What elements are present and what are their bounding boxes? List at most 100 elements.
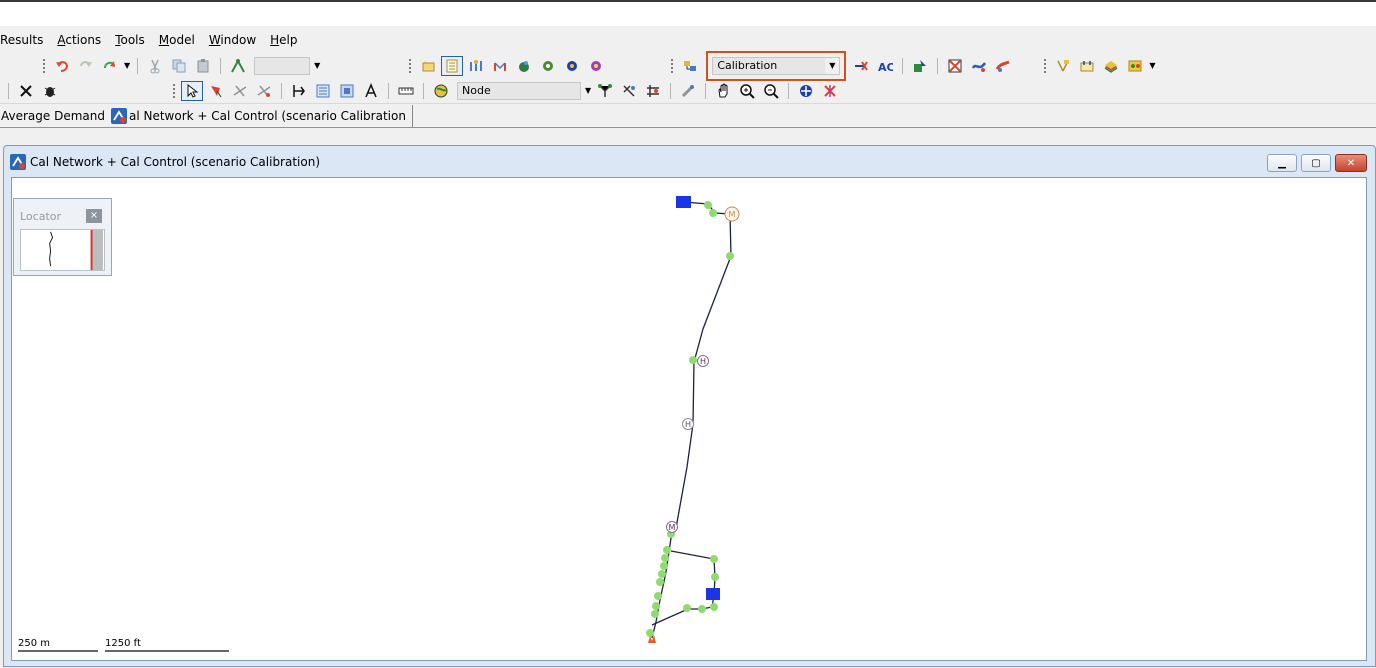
pipe[interactable] — [651, 550, 716, 626]
layers-button[interactable] — [1100, 56, 1122, 76]
junction-node[interactable] — [711, 573, 719, 581]
zoom-extents-button[interactable] — [795, 81, 817, 101]
redo-button[interactable] — [75, 56, 97, 76]
table-view-button[interactable] — [441, 55, 464, 76]
calculate-button[interactable] — [537, 56, 559, 76]
trace-button[interactable] — [618, 81, 640, 101]
junction-node[interactable] — [663, 546, 671, 554]
scale-bar-line — [105, 650, 229, 652]
drawing-canvas[interactable]: Locator × M H H M 250 m 1250 ft — [11, 177, 1367, 661]
scenario-combo[interactable]: Calibration ▼ — [712, 56, 841, 75]
align-button[interactable] — [312, 81, 334, 101]
junction-node[interactable] — [710, 555, 718, 563]
tanks — [676, 196, 720, 600]
validate-button[interactable] — [944, 56, 966, 76]
isolate-button[interactable] — [642, 81, 664, 101]
zoom-in-button[interactable] — [736, 81, 758, 101]
alternative-button[interactable] — [850, 56, 872, 76]
graph-button[interactable] — [489, 56, 511, 76]
split-button[interactable] — [288, 81, 310, 101]
network-drawing[interactable]: M H H M — [12, 178, 1367, 661]
drawing-window-titlebar[interactable]: Cal Network + Cal Control (scenario Cali… — [4, 146, 1375, 177]
toolbar-grip[interactable] — [670, 57, 675, 74]
delete-button[interactable] — [15, 81, 37, 101]
globe-icon — [434, 84, 448, 97]
scale-bar-imperial: 1250 ft — [105, 638, 229, 652]
minimize-button[interactable]: ▁ — [1267, 154, 1297, 172]
analysis-button[interactable] — [585, 56, 607, 76]
tank[interactable] — [706, 588, 720, 600]
tab-cal-network[interactable]: al Network + Cal Control (scenario Calib… — [110, 104, 413, 127]
measure-button[interactable] — [395, 81, 417, 101]
junction-node[interactable] — [709, 209, 717, 217]
junction-node[interactable] — [704, 201, 712, 209]
restore-button[interactable]: ▢ — [1301, 154, 1331, 172]
junction-node[interactable] — [656, 578, 664, 586]
options-button[interactable] — [561, 56, 583, 76]
find-element-button[interactable] — [430, 81, 452, 101]
chevron-down-icon[interactable]: ▼ — [585, 86, 591, 95]
tank[interactable] — [676, 196, 691, 208]
toolbar-grip[interactable] — [172, 82, 176, 99]
element-type-combo[interactable]: Node — [457, 81, 581, 100]
zoom-previous-button[interactable] — [819, 81, 841, 101]
junction-node[interactable] — [726, 252, 734, 260]
toolbar-grip[interactable] — [408, 57, 413, 74]
text-tool-button[interactable] — [360, 81, 382, 101]
query-button[interactable] — [1052, 56, 1074, 76]
compute-button[interactable] — [909, 56, 931, 76]
junction-node[interactable] — [689, 356, 697, 364]
menu-results[interactable]: Results — [0, 28, 50, 52]
pipe-tool-button[interactable] — [229, 81, 251, 101]
junction-node[interactable] — [652, 602, 660, 610]
contour-button[interactable] — [513, 56, 535, 76]
pipe-tool-alt-button[interactable] — [253, 81, 275, 101]
calculation-options-button[interactable]: AC — [874, 56, 896, 76]
scenario-button[interactable] — [679, 56, 701, 76]
bug-button[interactable] — [39, 81, 61, 101]
junction-node[interactable] — [661, 554, 669, 562]
chevron-down-icon[interactable]: ▼ — [825, 57, 840, 74]
menu-tools[interactable]: Tools — [108, 28, 152, 52]
zoom-out-button[interactable] — [760, 81, 782, 101]
prototypes-button[interactable] — [1124, 56, 1146, 76]
junction-node[interactable] — [658, 570, 666, 578]
select-network-button[interactable] — [594, 81, 616, 101]
junction-node[interactable] — [654, 592, 662, 600]
junction-node[interactable] — [683, 604, 691, 612]
menu-window[interactable]: Window — [202, 28, 263, 52]
empty-combo[interactable] — [254, 56, 311, 75]
select-tool-button[interactable] — [181, 80, 203, 101]
hydrant-tool-button[interactable] — [677, 81, 699, 101]
menu-model[interactable]: Model — [152, 28, 202, 52]
menu-help[interactable]: Help — [263, 28, 304, 52]
junction-node[interactable] — [646, 629, 654, 637]
chevron-down-icon[interactable]: ▼ — [124, 61, 130, 70]
pan-button[interactable] — [712, 81, 734, 101]
transient-button[interactable] — [968, 56, 990, 76]
copy-button[interactable] — [168, 56, 190, 76]
new-element-button[interactable] — [417, 56, 439, 76]
junction-node[interactable] — [660, 562, 668, 570]
toolbar-grip[interactable] — [1043, 57, 1048, 74]
toolbar-grip[interactable] — [42, 57, 46, 74]
copy-icon — [172, 59, 186, 72]
junction-node[interactable] — [651, 610, 659, 618]
close-button[interactable]: ✕ — [1335, 154, 1367, 172]
distribute-button[interactable] — [336, 81, 358, 101]
paste-button[interactable] — [192, 56, 214, 76]
select-by-polygon-button[interactable] — [205, 81, 227, 101]
chevron-down-icon[interactable]: ▼ — [314, 61, 320, 70]
menu-actions[interactable]: Actions — [50, 28, 108, 52]
network-tool-button[interactable] — [227, 56, 249, 76]
cut-button[interactable] — [144, 56, 166, 76]
chevron-down-icon[interactable]: ▼ — [1149, 61, 1155, 70]
junction-node[interactable] — [698, 605, 706, 613]
redo-dropdown-button[interactable] — [99, 56, 121, 76]
selection-set-button[interactable] — [1076, 56, 1098, 76]
undo-button[interactable] — [51, 56, 73, 76]
flushing-button[interactable] — [992, 56, 1014, 76]
junction-node[interactable] — [710, 603, 718, 611]
profile-button[interactable] — [465, 56, 487, 76]
tab-average-demand[interactable]: Average Demand — [0, 105, 111, 127]
